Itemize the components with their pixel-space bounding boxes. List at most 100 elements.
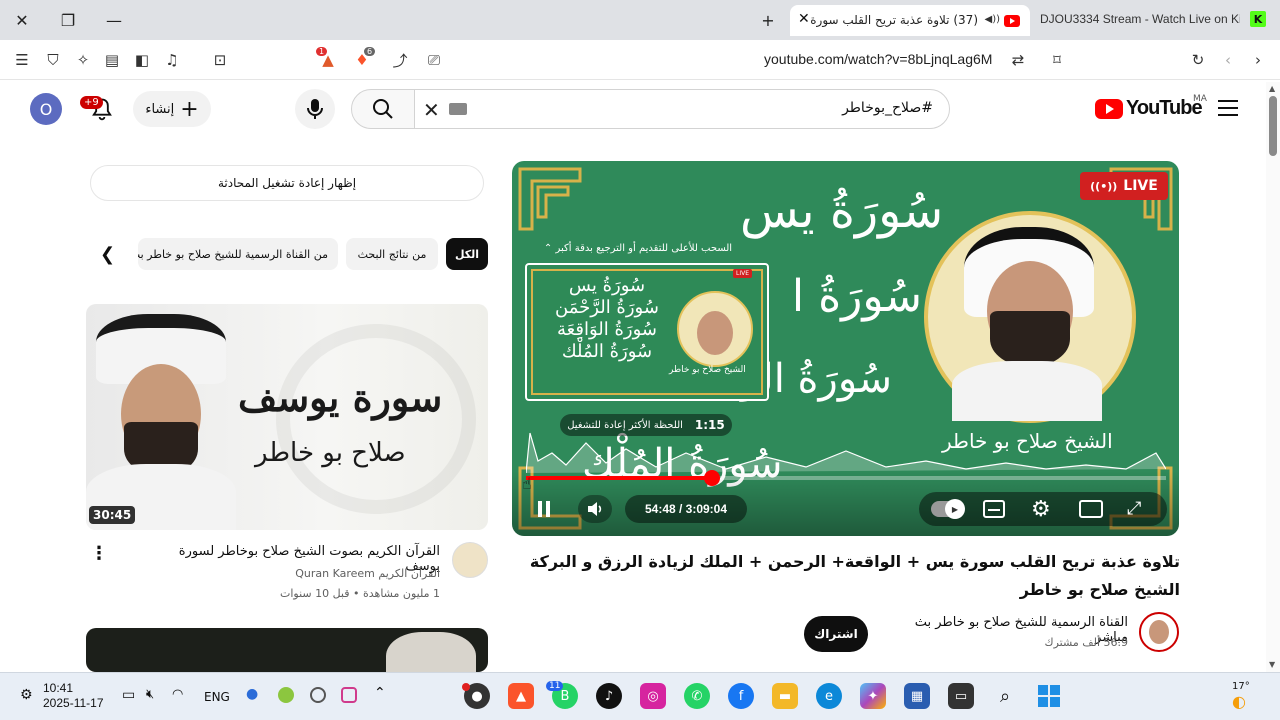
tab-youtube-active[interactable]: ✕ (37) تلاوة عذبة تريح القلب سورة يس ◀)) [790,5,1030,36]
theater-mode-icon[interactable] [1079,500,1103,518]
recommended-channel[interactable]: القرآن الكريم Quran Kareem [250,567,440,580]
duration-badge: 30:45 [89,506,136,524]
brave-taskbar-icon[interactable]: ▲ [508,683,534,709]
subscribe-button[interactable]: اشتراك [804,616,868,652]
youtube-logo[interactable]: YouTube [1095,97,1203,120]
scroll-down-icon[interactable]: ▼ [1269,660,1275,669]
microsoft-store-icon[interactable]: ▦ [904,683,930,709]
search-query: #صلاح_بوخاطر [842,100,933,116]
subscriber-count: 56.9 ألف مشترك [1044,636,1128,649]
weather-widget[interactable]: 17° ◐ [1232,681,1250,711]
right-controls: ▶ ⚙ ⤢ [919,492,1167,526]
captions-line [988,509,1000,511]
audio-playing-icon[interactable]: ◀)) [985,14,1001,25]
create-button[interactable]: إنشاء + [133,91,211,127]
microphone-icon [307,99,323,119]
show-chat-replay-button[interactable]: إظهار إعادة تشغيل المحادثة [90,165,484,201]
shield-icon[interactable]: ⛉ [43,50,63,70]
cast-icon[interactable]: ⎚ [424,50,444,70]
create-label: إنشاء [145,101,175,117]
terminal-icon[interactable]: ▭ [948,683,974,709]
battery-icon[interactable]: ▭ [122,687,135,703]
language-indicator[interactable]: ENG [204,690,230,704]
tiktok-icon[interactable]: ♪ [596,683,622,709]
tray-app-icon[interactable] [278,687,294,703]
share-icon[interactable]: ⤴ [390,50,410,70]
media-icon[interactable]: ♫ [162,50,182,70]
microphone-tray-icon[interactable]: ● [246,686,258,702]
windows-taskbar: ⚙ 10:41 2025-11-17 ▭ 🔇︎ ◠ ENG ● ⌃ ● ▲ B … [0,672,1280,720]
bookmark-icon[interactable]: ⌑ [1047,50,1067,70]
thumb-text-surah: سورة يوسف [238,375,443,420]
facebook-icon[interactable]: f [728,683,754,709]
chevron-left-icon[interactable]: ❮ [100,244,115,265]
clock-time: 10:41 [43,681,74,695]
keyboard-icon[interactable] [449,103,467,115]
scrubber-handle[interactable] [703,470,720,486]
progress-bar[interactable] [526,470,1166,486]
extensions-icon[interactable]: ✧ [73,50,93,70]
reload-icon[interactable]: ↻ [1188,50,1208,70]
voice-search-button[interactable] [295,89,335,129]
chevron-up-tray-icon[interactable]: ⌃ [374,685,386,701]
screenshot-icon[interactable]: ⊡ [210,50,230,70]
wifi-icon[interactable]: ◠ [172,687,183,702]
autoplay-toggle[interactable]: ▶ [931,499,965,519]
preview-live-badge: LIVE [733,269,753,278]
site-settings-icon[interactable]: ⇄ [1008,50,1028,70]
browser-tab-strip: ✕ ❐ — + ✕ (37) تلاوة عذبة تريح القلب سور… [0,0,1280,40]
channel-avatar[interactable] [452,542,488,578]
restore-window-icon[interactable]: ❐ [54,8,82,32]
region-code: MA [1193,94,1207,104]
search-button[interactable] [351,89,415,129]
more-options-icon[interactable]: ⋮ [90,543,108,564]
search-taskbar-icon[interactable]: ⌕ [992,683,1018,709]
minimize-window-icon[interactable]: — [100,8,128,32]
back-icon[interactable]: ‹ [1218,50,1238,70]
guide-menu-icon[interactable] [1218,100,1238,121]
search-input[interactable]: ✕ #صلاح_بوخاطر [414,89,950,129]
page-scrollbar[interactable]: ▲ ▼ [1266,82,1280,672]
channel-avatar-main[interactable] [1139,612,1179,652]
recommended-thumbnail-2[interactable] [86,628,488,672]
settings-gear-icon[interactable]: ⚙ [1031,497,1051,522]
mouse-cursor-icon: ☝ [522,474,532,493]
live-badge[interactable]: ((•)) LIVE [1080,172,1168,200]
chip-from-channel[interactable]: من القناة الرسمية للشيخ صلاح بو خاطر بث [138,238,338,270]
windows-start-icon[interactable] [1036,683,1062,709]
account-avatar[interactable]: O [30,93,62,125]
reading-list-icon[interactable]: ▤ [102,50,122,70]
copilot-icon[interactable]: ✦ [860,683,886,709]
forward-icon[interactable]: › [1248,50,1268,70]
fullscreen-icon[interactable]: ⤢ [1127,498,1141,519]
pause-button[interactable] [530,495,558,523]
tray-sync-icon[interactable] [341,687,357,703]
scrollbar-thumb[interactable] [1269,96,1277,156]
volume-icon [588,502,602,516]
kick-favicon-icon: K [1250,11,1266,27]
tray-blocked-icon[interactable] [310,687,326,703]
whatsapp-icon[interactable]: ✆ [684,683,710,709]
close-window-icon[interactable]: ✕ [8,8,36,32]
hamburger-menu-icon[interactable]: ☰ [12,50,32,70]
clear-search-icon[interactable]: ✕ [423,98,440,122]
progress-played [526,476,712,480]
sidebar-icon[interactable]: ◧ [132,50,152,70]
volume-button[interactable] [578,495,612,523]
tab-kick[interactable]: DJOU3334 Stream - Watch Live on Kick [1040,12,1240,26]
new-tab-icon[interactable]: + [754,8,782,32]
notification-badge: +9 [80,96,103,109]
scroll-up-icon[interactable]: ▲ [1269,84,1275,93]
mute-icon[interactable]: 🔇︎ [146,687,154,702]
edge-icon[interactable]: e [816,683,842,709]
widget-icon[interactable]: ⚙ [20,687,33,703]
captions-icon[interactable] [983,500,1005,518]
clock[interactable]: 10:41 2025-11-17 [43,681,104,711]
time-display: 54:48 / 3:09:04 [625,495,747,523]
preview-line-1: سُورَةُ يس [568,275,646,296]
chip-all[interactable]: الكل [446,238,488,270]
instagram-icon[interactable]: ◎ [640,683,666,709]
address-bar[interactable]: youtube.com/watch?v=8bLjnqLag6M [764,51,992,67]
file-explorer-icon[interactable]: ▬ [772,683,798,709]
chip-from-search[interactable]: من نتائج البحث [346,238,438,270]
